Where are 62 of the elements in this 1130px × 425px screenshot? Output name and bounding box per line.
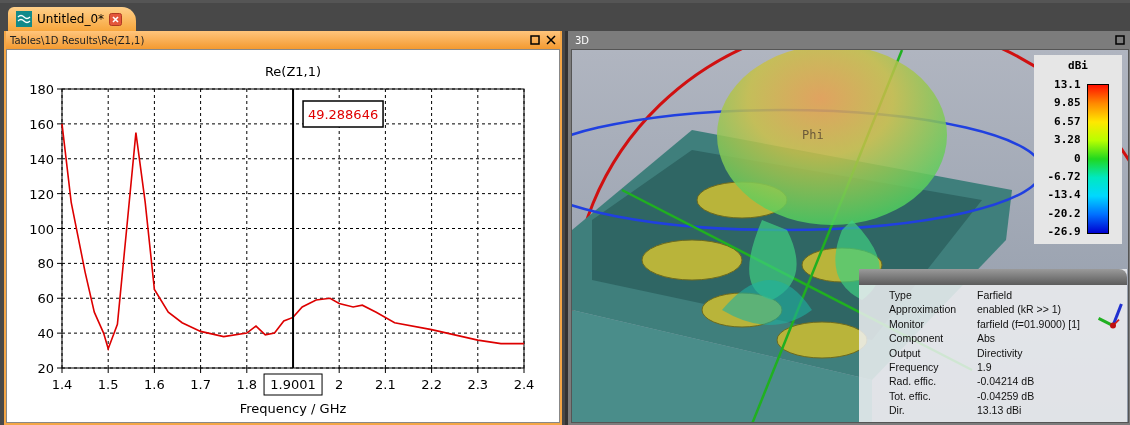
document-tab[interactable]: Untitled_0* [8, 7, 137, 31]
info-label: Frequency [889, 360, 940, 375]
panel-title: Tables\1D Results\Re(Z1,1) [10, 34, 145, 46]
y-tick-label: 20 [37, 361, 54, 376]
info-label: Approximation [889, 302, 958, 317]
x-tick-label: 2.4 [513, 377, 535, 392]
info-label: Dir. [889, 403, 906, 418]
legend-tick-label: -6.72 [1047, 170, 1081, 185]
chart-title: Re(Z1,1) [264, 64, 322, 79]
info-label: Output [889, 345, 922, 361]
legend-tick-label: 13.1 [1054, 78, 1081, 93]
maximize-icon[interactable] [1115, 35, 1125, 45]
y-tick-label: 60 [37, 291, 54, 307]
close-icon[interactable] [546, 35, 556, 45]
y-tick-label: 40 [37, 326, 54, 342]
x-axis-title: Frequency / GHz [239, 401, 347, 416]
waves-icon [16, 11, 32, 27]
x-tick-label: 2.3 [467, 377, 489, 392]
info-value: Directivity [977, 345, 1024, 361]
x-tick-label: 1.6 [144, 377, 165, 392]
legend-tick-label: 3.28 [1054, 133, 1081, 148]
info-value: Farfield [977, 288, 1013, 303]
info-value: -0.04214 dB [977, 374, 1036, 389]
cursor-x-value: 1.9001 [270, 377, 316, 392]
info-label: Tot. effic. [889, 388, 932, 404]
info-value: enabled (kR >> 1) [977, 302, 1063, 317]
info-value: Abs [977, 331, 997, 346]
info-label: Rad. effic. [889, 374, 938, 389]
y-tick-label: 180 [29, 82, 54, 97]
info-label: Monitor [889, 316, 925, 332]
info-value: -0.04259 dB [977, 388, 1036, 404]
info-value: 13.13 dBi [977, 403, 1023, 418]
legend-tick-label: 6.57 [1054, 114, 1081, 130]
legend-tick-label: -13.4 [1047, 188, 1081, 203]
x-tick-label: 1.8 [236, 377, 258, 392]
close-icon[interactable] [109, 12, 123, 26]
info-label: Component [889, 331, 945, 346]
y-tick-label: 160 [29, 116, 54, 132]
y-tick-label: 140 [29, 151, 54, 167]
x-tick-label: 1.5 [97, 377, 119, 392]
y-tick-label: 80 [37, 256, 54, 272]
x-tick-label: 1.4 [51, 377, 73, 392]
x-tick-label: 2 [335, 377, 344, 392]
cursor-line[interactable] [292, 88, 295, 369]
legend-tick-label: 0 [1073, 151, 1081, 167]
y-tick-label: 120 [29, 186, 54, 202]
x-tick-label: 2.2 [421, 377, 442, 392]
info-value: 1.9 [977, 360, 993, 375]
cursor-x-box [263, 373, 323, 396]
legend-tick-label: -20.2 [1047, 206, 1081, 222]
marker-value: 49.288646 [307, 107, 379, 122]
info-value: farfield (f=01.9000) [1] [977, 316, 1082, 332]
legend-tick-label: 9.85 [1054, 96, 1081, 111]
maximize-icon[interactable] [530, 35, 540, 45]
info-label: Type [889, 288, 913, 303]
legend-tick-label: -26.9 [1047, 225, 1081, 240]
scene-label: Phi [802, 128, 824, 142]
x-tick-label: 1.7 [190, 377, 211, 392]
y-tick-label: 100 [29, 221, 54, 237]
x-tick-label: 2.1 [375, 377, 396, 392]
panel-title: 3D [575, 34, 590, 46]
legend-unit: dBi [1068, 59, 1088, 72]
